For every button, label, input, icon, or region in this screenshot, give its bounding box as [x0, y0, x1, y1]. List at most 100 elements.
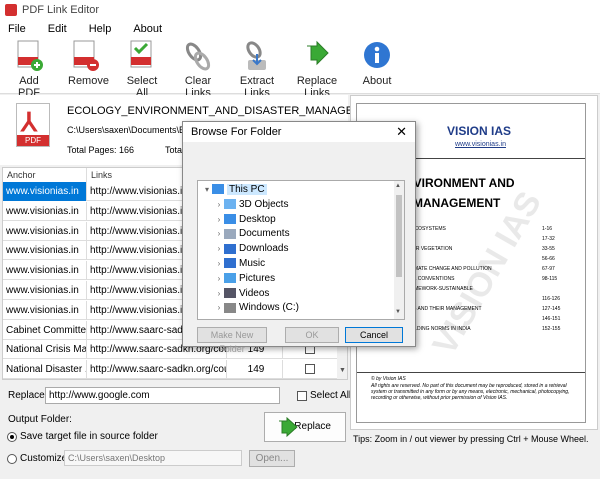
expand-chevron-icon[interactable]: ›: [214, 242, 224, 256]
tree-item-label: This PC: [227, 184, 267, 195]
replace-label: Replace:: [8, 390, 48, 401]
toc-pages: 67-97: [542, 266, 555, 272]
music-icon: [224, 258, 236, 269]
tree-item-label: Videos: [239, 287, 270, 299]
tree-scrollbar[interactable]: ▲ ▼: [394, 181, 404, 319]
row-checkbox[interactable]: [305, 364, 315, 375]
replace-button-label: Replace: [294, 421, 331, 432]
anchor-cell[interactable]: www.visionias.in: [3, 241, 87, 261]
anchor-cell[interactable]: www.visionias.in: [3, 182, 87, 201]
videos-icon: [224, 287, 236, 298]
make-new-folder-button[interactable]: Make New Folder: [197, 327, 267, 354]
column-header-anchor[interactable]: Anchor: [3, 168, 87, 182]
tree-item-label: 3D Objects: [239, 198, 289, 210]
expand-chevron-icon[interactable]: ›: [214, 257, 224, 271]
expand-chevron-icon[interactable]: ›: [214, 287, 224, 301]
tree-item[interactable]: › Documents: [198, 227, 290, 241]
cancel-button[interactable]: Cancel: [345, 327, 403, 343]
anchor-cell[interactable]: National Disaster ...: [3, 360, 87, 379]
anchor-cell[interactable]: www.visionias.in: [3, 281, 87, 300]
menu-file[interactable]: File: [8, 23, 26, 35]
replace-input[interactable]: [45, 387, 280, 404]
remove-icon: [70, 40, 100, 72]
toc-pages: 1-16: [542, 226, 553, 232]
documents-icon: [224, 228, 236, 239]
anchor-cell[interactable]: www.visionias.in: [3, 300, 87, 320]
select-all-checkbox[interactable]: [297, 391, 307, 401]
tree-item-label: Documents: [239, 228, 290, 240]
tree-item[interactable]: › Windows (C:): [198, 301, 299, 315]
tree-item-label: Pictures: [239, 272, 276, 284]
customize-radio[interactable]: [7, 454, 17, 464]
preview-rule-2: [357, 372, 585, 373]
about-button[interactable]: About: [362, 40, 392, 87]
dialog-close-icon[interactable]: ✕: [396, 122, 407, 142]
tree-item[interactable]: › Pictures: [198, 272, 275, 286]
tree-scroll-down-icon[interactable]: ▼: [395, 309, 401, 315]
acrobat-icon: ⅄: [21, 107, 37, 137]
anchor-cell[interactable]: www.visionias.in: [3, 201, 87, 221]
menu-help[interactable]: Help: [89, 23, 112, 35]
tree-item[interactable]: › Videos: [198, 287, 270, 301]
select-all-icon: [127, 40, 157, 72]
toc-pages: 56-66: [542, 256, 555, 262]
tree-item-label: Downloads: [239, 243, 289, 255]
toc-pages: 146-151: [542, 316, 561, 322]
open-folder-button[interactable]: Open...: [249, 450, 295, 467]
tree-item[interactable]: › 3D Objects: [198, 198, 289, 212]
anchor-cell[interactable]: National Crisis Ma...: [3, 340, 87, 360]
remove-button[interactable]: Remove: [68, 40, 109, 87]
add-pdf-icon: [14, 40, 44, 72]
custom-path-input[interactable]: [64, 450, 242, 466]
extract-links-button[interactable]: Extract Links: [231, 40, 283, 99]
folder-tree[interactable]: ▾ This PC › 3D Objects › Desktop › Documents › Do…: [197, 180, 405, 320]
link-cell[interactable]: http://www.saarc-sadkn.org/cou...: [87, 360, 227, 379]
clear-links-button[interactable]: Clear Links: [176, 40, 220, 99]
select-all-button[interactable]: Select All: [122, 40, 162, 99]
toolbar: Add PDF Remove Select All Clear Links Ex…: [0, 38, 600, 99]
scroll-down-icon[interactable]: ▼: [339, 367, 346, 374]
expand-chevron-icon[interactable]: ›: [214, 301, 224, 315]
tree-scroll-thumb[interactable]: [396, 195, 402, 277]
tree-item-label: Desktop: [239, 213, 276, 225]
preview-brand-url: www.visionias.in: [455, 141, 506, 148]
green-arrow-icon: [302, 40, 332, 72]
expand-chevron-icon[interactable]: ▾: [202, 183, 212, 197]
replace-button[interactable]: Replace: [264, 412, 346, 442]
app-icon: [5, 4, 17, 16]
tree-item-label: Music: [239, 258, 266, 269]
add-pdf-button[interactable]: Add PDF: [10, 40, 48, 99]
anchor-cell[interactable]: www.visionias.in: [3, 221, 87, 241]
expand-chevron-icon[interactable]: ›: [214, 272, 224, 286]
folder-3d-icon: [224, 199, 236, 210]
extract-links-icon: [242, 40, 272, 72]
customize-label: Customize:: [20, 453, 71, 464]
menu-edit[interactable]: Edit: [48, 23, 67, 35]
expand-chevron-icon[interactable]: ›: [214, 227, 224, 241]
ok-button[interactable]: OK: [285, 327, 339, 343]
anchor-cell[interactable]: www.visionias.in: [3, 261, 87, 281]
tree-item[interactable]: ▾ This PC: [198, 183, 267, 197]
pc-icon: [212, 184, 224, 195]
toc-pages: 116-126: [542, 296, 560, 302]
toc-pages: 17-32: [542, 236, 555, 242]
remove-label: Remove: [68, 75, 109, 87]
drive-icon: [224, 302, 236, 313]
info-icon: [362, 40, 392, 72]
replace-links-button[interactable]: Replace Links: [289, 40, 345, 99]
anchor-cell[interactable]: Cabinet Committe...: [3, 320, 87, 340]
expand-chevron-icon[interactable]: ›: [214, 213, 224, 227]
expand-chevron-icon[interactable]: ›: [214, 198, 224, 212]
tree-item[interactable]: › Music: [198, 257, 265, 271]
tree-item[interactable]: › Downloads: [198, 242, 289, 256]
tree-item[interactable]: › Desktop: [198, 213, 276, 227]
total-pages: Total Pages: 166: [67, 145, 135, 155]
tree-item-label: Windows (C:): [239, 302, 300, 314]
replace-arrow-icon: [277, 416, 299, 449]
menu-about[interactable]: About: [133, 23, 162, 35]
status-tips: Tips: Zoom in / out viewer by pressing C…: [353, 434, 589, 444]
page-cell: 149: [227, 360, 283, 379]
tree-scroll-up-icon[interactable]: ▲: [395, 183, 401, 189]
save-in-source-radio[interactable]: [7, 432, 17, 442]
table-row[interactable]: National Disaster ... http://www.saarc-sa…: [3, 360, 339, 379]
